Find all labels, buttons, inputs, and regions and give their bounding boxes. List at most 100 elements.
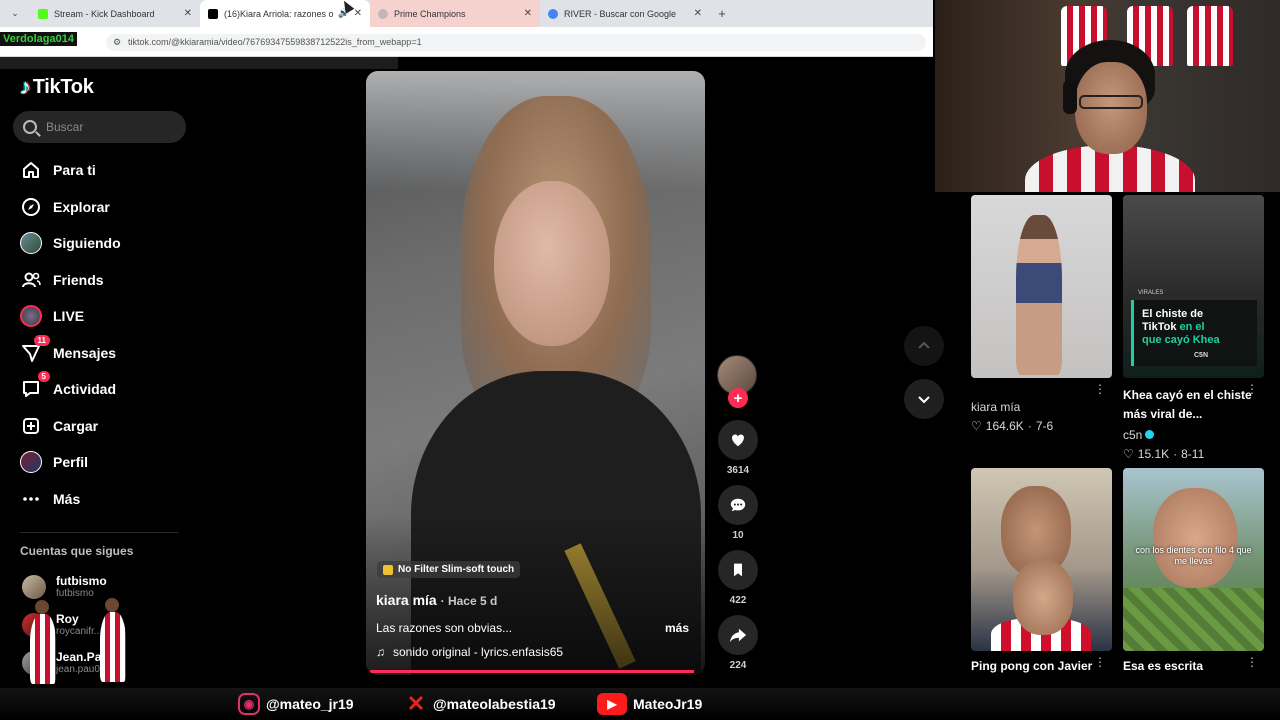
sidebar-divider <box>20 532 178 533</box>
overlay-bar <box>0 57 398 69</box>
sidebar-item-label: Mensajes <box>53 344 117 361</box>
video-thumbnail[interactable] <box>971 195 1112 378</box>
new-tab-button[interactable]: + <box>710 0 734 27</box>
effect-icon <box>383 564 393 575</box>
video-actions: + 3614 10 422 224 <box>717 355 759 671</box>
close-icon[interactable]: ✕ <box>184 8 192 19</box>
sidebar-item-friends[interactable]: Friends <box>0 262 200 299</box>
close-icon[interactable]: ✕ <box>524 8 532 19</box>
home-icon <box>20 159 42 181</box>
effect-chip[interactable]: No Filter Slim-soft touch <box>377 561 521 578</box>
sidebar-item-para-ti[interactable]: Para ti <box>0 152 200 189</box>
next-video-button[interactable] <box>904 379 944 419</box>
chevron-up-icon <box>918 341 930 349</box>
like-count: 3614 <box>726 465 750 476</box>
rec-title[interactable]: Ping pong con Javier <box>971 657 1112 676</box>
more-options-icon[interactable]: ⋮ <box>1246 655 1258 669</box>
comment-action[interactable]: 10 <box>717 485 759 541</box>
profile-avatar-icon <box>20 451 42 474</box>
video-thumbnail[interactable] <box>971 468 1112 651</box>
url-field[interactable]: ⚙ tiktok.com/@kkiaramia/video/7676934755… <box>106 34 926 51</box>
tiktok-note-icon: ♪ <box>20 74 31 99</box>
streamer-figure <box>1025 40 1195 192</box>
video-thumbnail[interactable]: con los dientes con filo 4 que me llevas <box>1123 468 1264 651</box>
verified-icon <box>1145 430 1155 439</box>
globe-favicon-icon <box>378 8 388 19</box>
author-name: kiara mía <box>376 592 437 608</box>
recommended-video[interactable]: VIRALES El chiste de TikTok en el que ca… <box>1123 195 1264 461</box>
messages-icon: 11 <box>20 334 50 364</box>
sound-title: sonido original - lyrics.enfasis65 <box>393 645 564 659</box>
following-account-item[interactable]: futbismo futbismo <box>22 574 107 600</box>
rec-title[interactable]: Esa es escrita <box>1123 657 1264 676</box>
more-options-icon[interactable]: ⋮ <box>1094 382 1106 396</box>
rec-author[interactable]: kiara mía <box>971 400 1112 414</box>
sidebar-item-actividad[interactable]: 5 Actividad <box>0 371 200 408</box>
instagram-icon: ◉ <box>238 693 260 715</box>
sidebar-item-live[interactable]: LIVE <box>0 298 200 335</box>
rec-date: 8-11 <box>1181 447 1205 461</box>
sidebar-nav: Para ti Explorar Siguiendo Friends LIVE … <box>0 152 200 517</box>
save-action[interactable]: 422 <box>717 550 759 606</box>
thumbnail-face <box>1153 488 1237 588</box>
share-action[interactable]: 224 <box>717 615 759 671</box>
heart-outline-icon: ♡ <box>971 419 982 433</box>
music-note-icon: ♫ <box>376 645 385 659</box>
rec-author[interactable]: c5n <box>1123 428 1264 442</box>
video-player[interactable]: No Filter Slim-soft touch kiara mía · Ha… <box>366 71 705 675</box>
previous-video-button[interactable] <box>904 326 944 366</box>
heart-icon[interactable] <box>718 420 758 460</box>
comment-count: 10 <box>732 530 744 541</box>
chevron-down-icon <box>918 396 930 404</box>
caption-more-link[interactable]: más <box>665 621 689 635</box>
search-icon <box>23 120 37 134</box>
video-thumbnail[interactable]: VIRALES El chiste de TikTok en el que ca… <box>1123 195 1264 378</box>
bookmark-icon[interactable] <box>718 550 758 590</box>
recommended-video[interactable]: ⋮ Ping pong con Javier <box>971 468 1112 676</box>
close-icon[interactable]: ✕ <box>694 8 702 19</box>
headset-icon <box>1063 80 1077 114</box>
sidebar-item-explorar[interactable]: Explorar <box>0 189 200 226</box>
video-author[interactable]: kiara mía · Hace 5 d <box>376 592 497 608</box>
tab-kick-dashboard[interactable]: Stream - Kick Dashboard ✕ <box>30 0 200 27</box>
tab-google-search[interactable]: RIVER - Buscar con Google ✕ <box>540 0 710 27</box>
close-icon[interactable]: ✕ <box>354 8 362 19</box>
tiktok-logo[interactable]: ♪ TikTok <box>20 74 94 100</box>
instagram-handle: ◉ @mateo_jr19 <box>238 693 354 715</box>
messages-badge: 11 <box>33 334 50 346</box>
sidebar-item-mensajes[interactable]: 11 Mensajes <box>0 334 200 372</box>
account-name: futbismo <box>56 574 107 588</box>
thumbnail-ground <box>1123 588 1264 651</box>
headline-line: El chiste de <box>1142 308 1204 320</box>
sidebar-item-label: Cargar <box>53 417 99 434</box>
share-icon[interactable] <box>718 615 758 655</box>
creator-avatar[interactable]: + <box>717 355 757 408</box>
follow-plus-button[interactable]: + <box>728 388 748 408</box>
more-options-icon[interactable]: ⋮ <box>1246 382 1258 396</box>
recommended-video[interactable]: con los dientes con filo 4 que me llevas… <box>1123 468 1264 676</box>
video-progress-bar[interactable] <box>370 670 695 673</box>
comment-icon[interactable] <box>718 485 758 525</box>
tab-prime-champions[interactable]: Prime Champions ✕ <box>370 0 540 27</box>
upload-icon <box>20 415 42 437</box>
headline-line: en el <box>1179 321 1205 333</box>
more-options-icon[interactable]: ⋮ <box>1094 655 1106 669</box>
activity-badge: 5 <box>37 371 50 383</box>
sidebar-item-cargar[interactable]: Cargar <box>0 408 200 445</box>
rec-title[interactable]: Khea cayó en el chiste más viral de... <box>1123 386 1264 424</box>
sidebar-item-perfil[interactable]: Perfil <box>0 444 200 481</box>
tiktok-favicon-icon <box>208 8 218 19</box>
site-settings-icon[interactable]: ⚙ <box>113 37 121 48</box>
like-action[interactable]: 3614 <box>717 420 759 476</box>
thumbnail-news-card: VIRALES El chiste de TikTok en el que ca… <box>1131 290 1257 366</box>
sidebar-item-mas[interactable]: Más <box>0 481 200 518</box>
sidebar-item-siguiendo[interactable]: Siguiendo <box>0 225 200 262</box>
recommended-video[interactable]: ⋮ kiara mía ♡ 164.6K · 7-6 <box>971 195 1112 433</box>
tab-search-chevron-icon[interactable]: ⌄ <box>0 0 30 27</box>
kick-favicon-icon <box>38 8 48 19</box>
rec-likes: 15.1K <box>1137 447 1170 461</box>
sound-link[interactable]: ♫ sonido original - lyrics.enfasis65 <box>376 645 563 659</box>
search-input[interactable]: Buscar <box>13 111 186 143</box>
video-subject-face <box>494 181 610 346</box>
rec-meta: ♡ 164.6K · 7-6 <box>971 419 1054 433</box>
